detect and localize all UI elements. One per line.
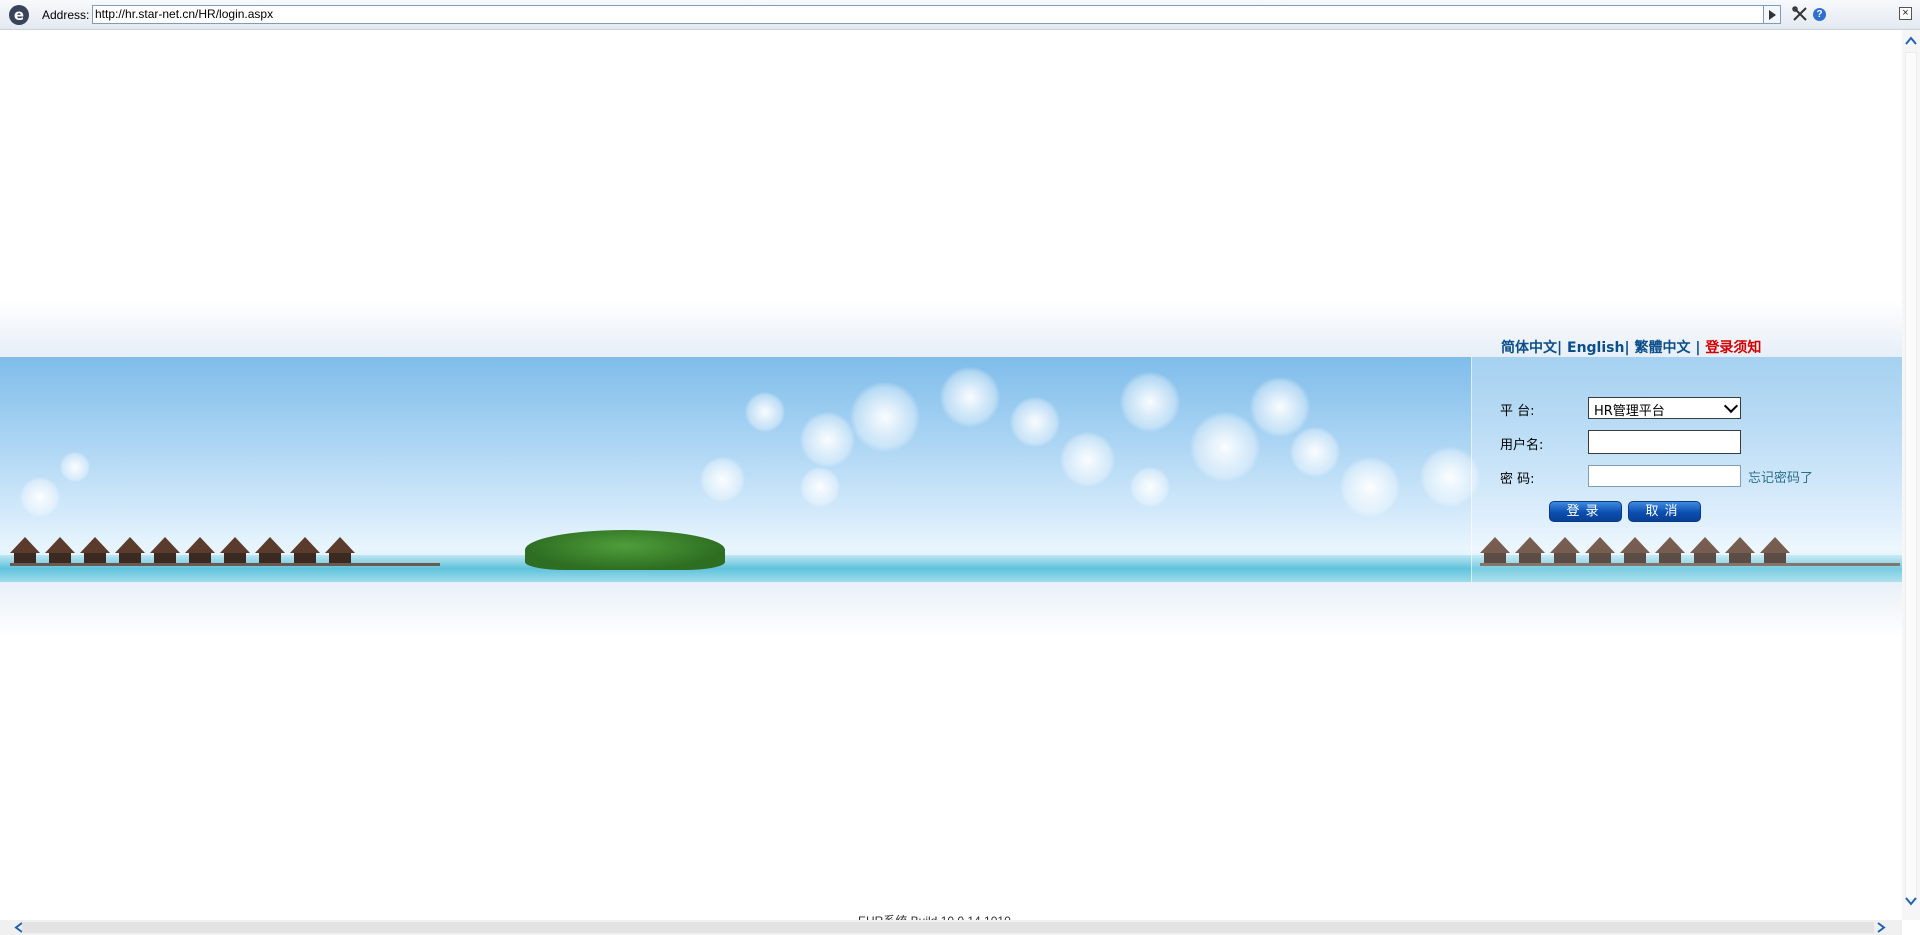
platform-select[interactable]: HR管理平台 [1588,397,1741,419]
horizontal-scroll-thumb[interactable] [22,922,1874,933]
browser-address-bar: e Address: http://hr.star-net.cn/HR/logi… [0,0,1920,30]
footer-version-text: EHR系统 Build 10.0.14.1010 [858,912,1011,920]
login-notice-link[interactable]: 登录须知 [1705,340,1761,356]
lang-english-link[interactable]: English [1567,340,1624,356]
scroll-up-icon[interactable] [1905,36,1917,46]
login-button[interactable]: 登录 [1549,501,1622,522]
browser-logo-icon: e [9,5,29,25]
lang-traditional-link[interactable]: 繁體中文 [1634,340,1690,356]
go-arrow-icon[interactable] [1763,5,1781,24]
lang-separator: | [1624,340,1630,356]
platform-label: 平 台: [1500,404,1535,419]
scroll-down-icon[interactable] [1905,896,1917,906]
tools-icon[interactable] [1792,6,1808,22]
lang-simplified-link[interactable]: 简体中文 [1501,340,1557,356]
vertical-scrollbar[interactable] [1902,30,1920,920]
chevron-down-icon [1723,398,1739,414]
address-input[interactable]: http://hr.star-net.cn/HR/login.aspx [92,5,1765,24]
vertical-scroll-thumb[interactable] [1905,52,1917,900]
forgot-password-link[interactable]: 忘记密码了 [1748,467,1813,486]
username-label: 用户名: [1500,438,1544,453]
username-input[interactable] [1588,430,1741,454]
banner-bottom-fade [0,582,1902,637]
cancel-button[interactable]: 取消 [1628,501,1701,522]
lang-separator: | [1695,340,1701,356]
horizontal-scrollbar[interactable] [0,920,1902,935]
scroll-right-icon[interactable] [1876,922,1886,933]
lang-separator: | [1557,340,1563,356]
password-label: 密 码: [1500,472,1535,487]
platform-selected-value: HR管理平台 [1594,404,1665,419]
close-icon[interactable]: × [1899,7,1912,20]
password-input[interactable] [1588,465,1741,487]
address-label: Address: [42,8,90,22]
language-bar: 简体中文| English| 繁體中文 | 登录须知 [1501,337,1761,357]
help-icon[interactable]: ? [1813,8,1826,21]
